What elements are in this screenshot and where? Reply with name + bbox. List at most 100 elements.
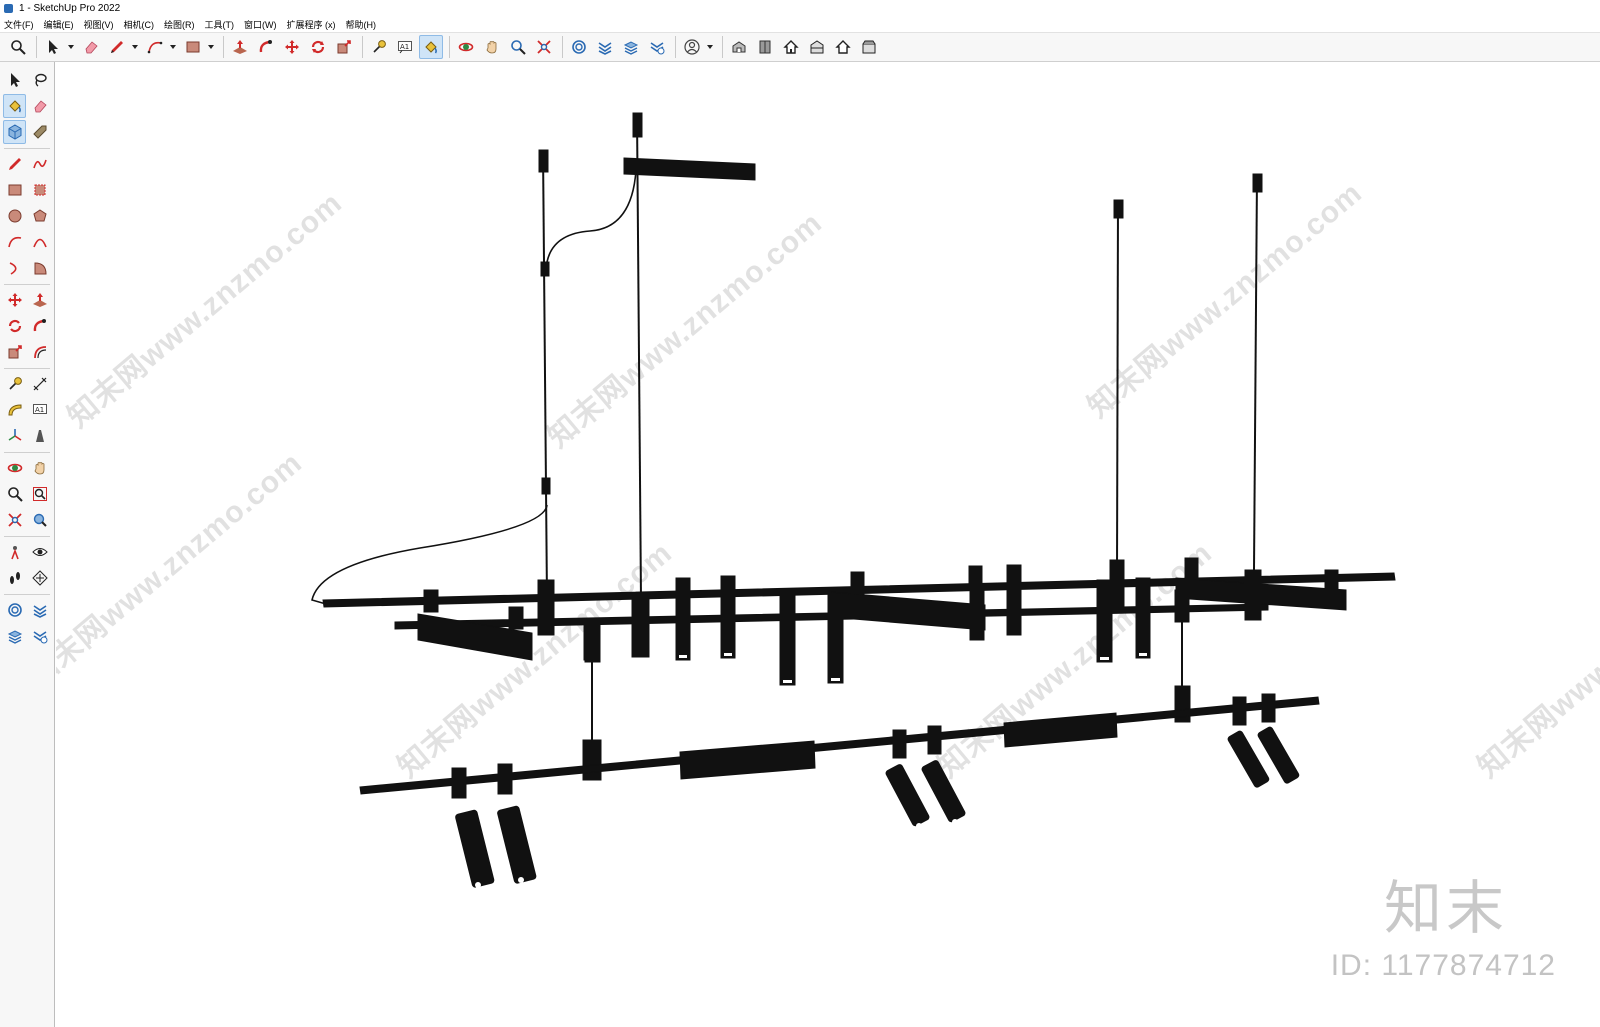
polygon-tool-button[interactable] [28, 204, 51, 228]
eraser-tool-button[interactable] [79, 35, 103, 59]
tape-measure-tool-button[interactable] [3, 372, 26, 396]
modeling-viewport[interactable]: 知末网www.znzmo.com 知末网www.znzmo.com 知末网www… [56, 62, 1600, 1027]
follow-me-tool-button[interactable] [254, 35, 278, 59]
menu-draw[interactable]: 绘图(R) [164, 18, 195, 31]
rotate-tool-button[interactable] [3, 314, 26, 338]
menu-extensions[interactable]: 扩展程序 (x) [287, 18, 336, 31]
zoom-window-tool-button[interactable] [506, 35, 530, 59]
rectangle-icon [186, 41, 200, 53]
tag-tool-button[interactable] [28, 120, 51, 144]
toolbar-separator [4, 536, 50, 537]
rotated-rectangle-tool-button[interactable] [28, 178, 51, 202]
walk-tool-button[interactable] [3, 566, 26, 590]
previous-view-tool-button[interactable] [28, 508, 51, 532]
select-dropdown[interactable] [67, 35, 75, 59]
section-plane-tool-button[interactable] [28, 566, 51, 590]
3d-text-tool-button[interactable] [28, 424, 51, 448]
offset-tool-button[interactable] [28, 340, 51, 364]
account-dropdown[interactable] [706, 35, 714, 59]
pendant-light-model [311, 112, 1396, 888]
arc-tool-button[interactable] [3, 230, 26, 254]
freehand-tool-button[interactable] [28, 152, 51, 176]
menu-edit[interactable]: 编辑(E) [44, 18, 74, 31]
pencil-icon [8, 158, 21, 170]
axes-icon [8, 429, 21, 441]
text-tool-button[interactable]: A1 [393, 35, 417, 59]
tool-row [3, 94, 53, 118]
pencil-tool-button[interactable] [105, 35, 129, 59]
extension-manager-button[interactable] [28, 624, 51, 648]
follow-me-tool-button[interactable] [28, 314, 51, 338]
tape-measure-tool-button[interactable] [367, 35, 391, 59]
zoom-extents-tool-button[interactable] [3, 508, 26, 532]
3d-warehouse-button[interactable] [567, 35, 591, 59]
menu-window[interactable]: 窗口(W) [244, 18, 277, 31]
rectangle-dropdown[interactable] [207, 35, 215, 59]
back-view-button[interactable] [831, 35, 855, 59]
lasso-tool-button[interactable] [28, 68, 51, 92]
pan-icon [34, 462, 44, 475]
paint-bucket-tool-button[interactable] [419, 35, 443, 59]
menu-view[interactable]: 视图(V) [84, 18, 114, 31]
layout-button[interactable] [3, 624, 26, 648]
menu-help[interactable]: 帮助(H) [346, 18, 377, 31]
front-view-button[interactable] [779, 35, 803, 59]
orbit-tool-button[interactable] [3, 456, 26, 480]
line-tool-button[interactable] [3, 152, 26, 176]
make-component-tool-button[interactable] [3, 120, 27, 144]
left-view-button[interactable] [857, 35, 881, 59]
menu-file[interactable]: 文件(F) [4, 18, 34, 31]
pencil-dropdown[interactable] [131, 35, 139, 59]
rectangle-tool-button[interactable] [3, 178, 26, 202]
zoom-extents-tool-button[interactable] [532, 35, 556, 59]
pie-tool-button[interactable] [28, 256, 51, 280]
zoom-window-tool-button[interactable] [28, 482, 51, 506]
three-point-arc-tool-button[interactable] [3, 256, 26, 280]
position-camera-tool-button[interactable] [3, 540, 26, 564]
arc-tool-button[interactable] [143, 35, 167, 59]
rotate-tool-button[interactable] [306, 35, 330, 59]
top-view-button[interactable] [753, 35, 777, 59]
zoom-tool-button[interactable] [6, 35, 30, 59]
scale-tool-button[interactable] [332, 35, 356, 59]
layout-icon [623, 41, 639, 55]
menu-tools[interactable]: 工具(T) [205, 18, 235, 31]
right-view-button[interactable] [805, 35, 829, 59]
3d-warehouse-button[interactable] [3, 598, 26, 622]
zoom-window-icon [32, 487, 47, 501]
push-pull-tool-button[interactable] [28, 288, 51, 312]
layout-button[interactable] [619, 35, 643, 59]
move-tool-button[interactable] [3, 288, 26, 312]
paint-bucket-tool-button[interactable] [3, 94, 27, 118]
arc-dropdown[interactable] [169, 35, 177, 59]
two-point-arc-tool-button[interactable] [28, 230, 51, 254]
move-tool-button[interactable] [280, 35, 304, 59]
protractor-tool-button[interactable] [3, 398, 26, 422]
look-around-tool-button[interactable] [28, 540, 51, 564]
zoom-icon [7, 487, 23, 502]
extension-manager-button[interactable] [645, 35, 669, 59]
text-tool-button[interactable]: A1 [28, 398, 51, 422]
tool-row [3, 624, 53, 648]
scale-tool-button[interactable] [3, 340, 26, 364]
pan-icon [486, 41, 497, 54]
pan-tool-button[interactable] [480, 35, 504, 59]
axes-tool-button[interactable] [3, 424, 26, 448]
rectangle-tool-button[interactable] [181, 35, 205, 59]
extension-warehouse-button[interactable] [28, 598, 51, 622]
menu-camera[interactable]: 相机(C) [124, 18, 155, 31]
select-tool-button[interactable] [3, 68, 26, 92]
account-button[interactable] [680, 35, 704, 59]
dimension-tool-button[interactable] [28, 372, 51, 396]
eraser-tool-button[interactable] [28, 94, 51, 118]
select-tool-button[interactable] [41, 35, 65, 59]
iso-view-button[interactable] [727, 35, 751, 59]
extension-warehouse-button[interactable] [593, 35, 617, 59]
text-icon: A1 [398, 41, 412, 54]
zoom-tool-button[interactable] [3, 482, 26, 506]
push-pull-tool-button[interactable] [228, 35, 252, 59]
orbit-tool-button[interactable] [454, 35, 478, 59]
zoom-window-icon [511, 40, 526, 55]
pan-tool-button[interactable] [28, 456, 51, 480]
circle-tool-button[interactable] [3, 204, 26, 228]
